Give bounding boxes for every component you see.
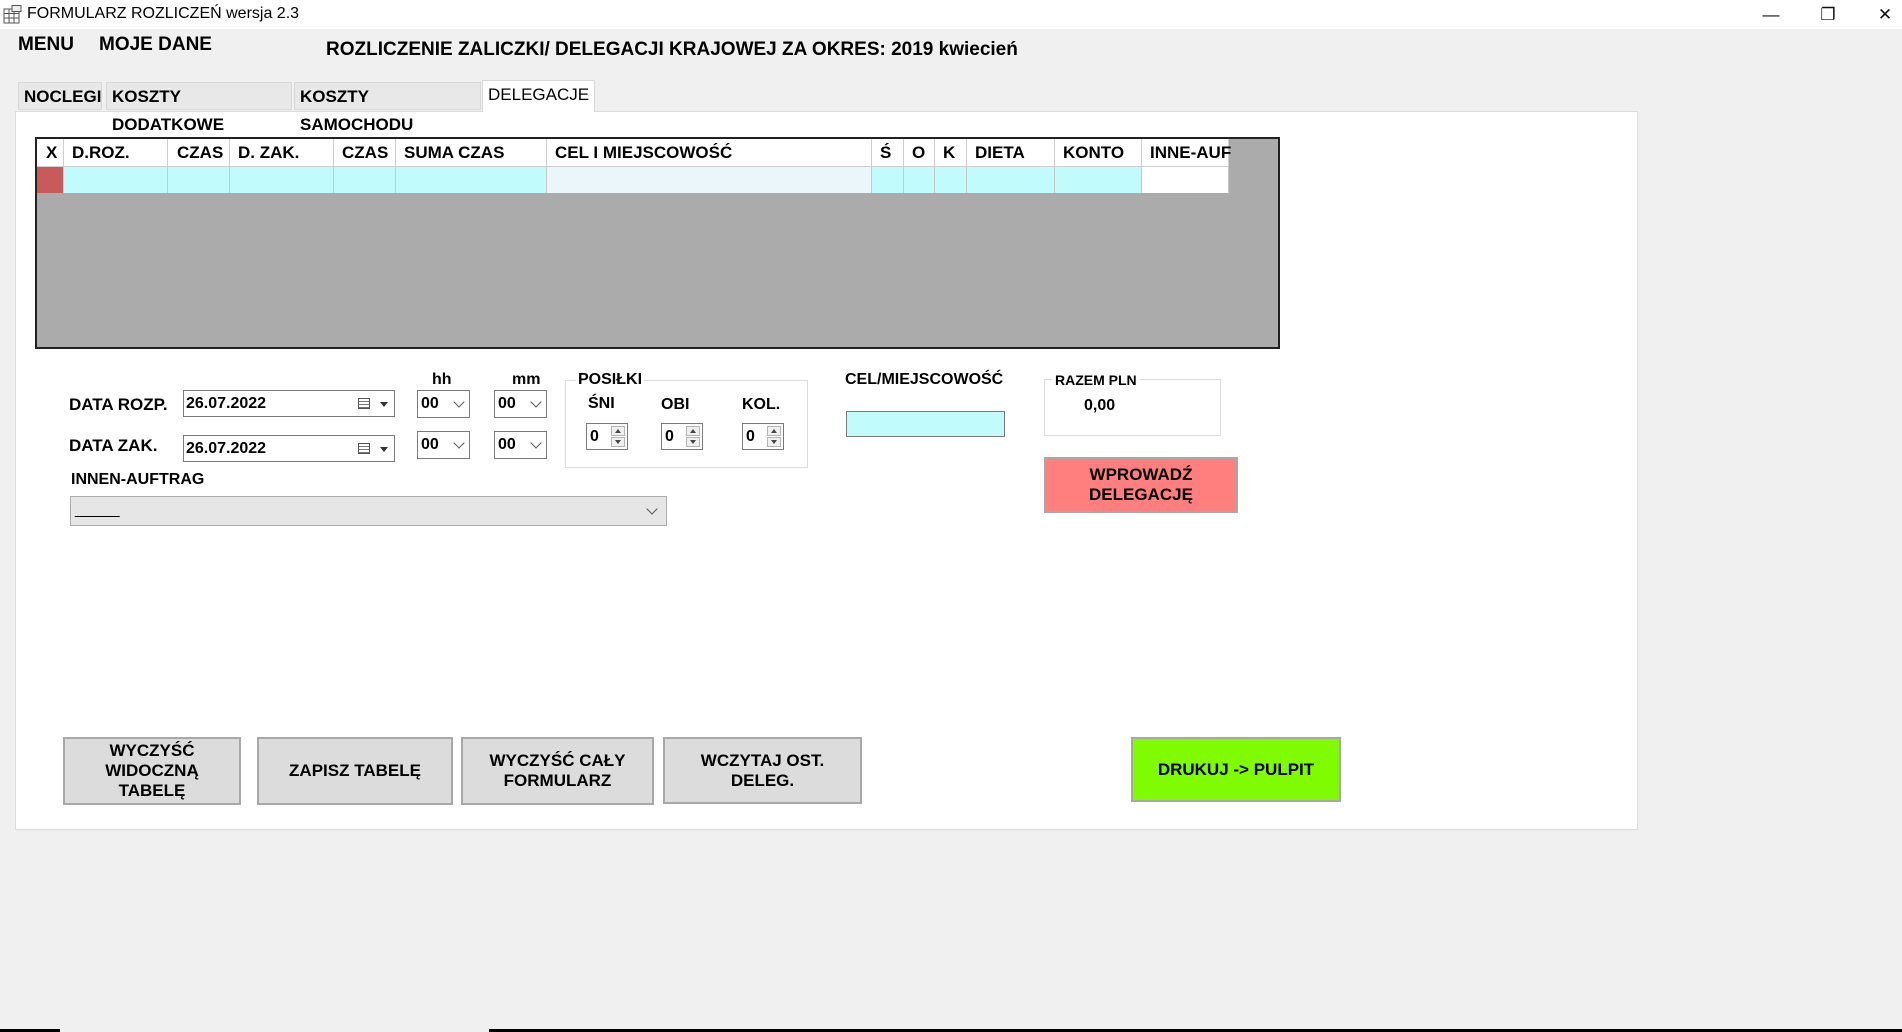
date-start-mm-value: 00	[498, 395, 516, 412]
date-end-mm-value: 00	[498, 436, 516, 453]
chevron-down-icon	[646, 503, 658, 515]
calendar-icon[interactable]	[358, 398, 370, 409]
breakfast-label: ŚNI	[588, 395, 615, 412]
spin-down-icon[interactable]	[611, 437, 625, 447]
tab-noclegi[interactable]: NOCLEGI	[18, 82, 102, 110]
spin-down-icon[interactable]	[767, 437, 781, 447]
date-start-hh-select[interactable]: 00	[417, 390, 470, 418]
cell-s[interactable]	[872, 167, 904, 193]
date-start-mm-select[interactable]: 00	[494, 390, 547, 418]
date-end-picker[interactable]: 26.07.2022	[183, 435, 395, 462]
dinner-value: 0	[746, 428, 755, 445]
hh-label: hh	[432, 371, 452, 388]
col-header-o[interactable]: O	[904, 139, 935, 167]
app-icon	[3, 5, 22, 24]
date-end-hh-select[interactable]: 00	[417, 431, 470, 459]
cell-inne-auf[interactable]	[1142, 167, 1229, 193]
total-label: RAZEM PLN	[1052, 372, 1140, 388]
cell-czas-1[interactable]	[168, 167, 230, 193]
print-to-desktop-button[interactable]: DRUKUJ -> PULPIT	[1131, 737, 1341, 802]
col-header-k[interactable]: K	[935, 139, 967, 167]
lunch-spinner[interactable]: 0	[661, 423, 703, 450]
date-start-value: 26.07.2022	[186, 395, 267, 412]
menu-moje-dane[interactable]: MOJE DANE	[99, 34, 212, 56]
delegation-grid[interactable]: X D.ROZ. CZAS D. ZAK. CZAS SUMA CZAS CEL…	[35, 137, 1280, 349]
dropdown-arrow-icon[interactable]	[380, 402, 388, 407]
save-table-button[interactable]: ZAPISZ TABELĘ	[257, 737, 453, 805]
col-header-d-zak[interactable]: D. ZAK.	[230, 139, 334, 167]
clear-visible-table-button[interactable]: WYCZYŚĆ WIDOCZNĄ TABELĘ	[63, 737, 241, 805]
col-header-d-roz[interactable]: D.ROZ.	[64, 139, 168, 167]
breakfast-value: 0	[590, 428, 599, 445]
row-marker[interactable]	[37, 167, 64, 193]
col-header-s[interactable]: Ś	[872, 139, 904, 167]
date-start-hh-value: 00	[421, 395, 439, 412]
date-end-hh-value: 00	[421, 436, 439, 453]
col-header-konto[interactable]: KONTO	[1055, 139, 1142, 167]
enter-delegation-button[interactable]: WPROWADŹ DELEGACJĘ	[1044, 457, 1238, 513]
date-end-mm-select[interactable]: 00	[494, 431, 547, 459]
cell-k[interactable]	[935, 167, 967, 193]
total-value: 0,00	[1084, 397, 1116, 414]
cell-d-roz[interactable]	[64, 167, 168, 193]
spin-up-icon[interactable]	[767, 426, 781, 436]
close-button[interactable]: ✕	[1857, 0, 1902, 29]
minimize-button[interactable]: —	[1743, 0, 1799, 29]
tab-koszty-dodatkowe[interactable]: KOSZTY DODATKOWE	[106, 82, 292, 134]
cell-suma-czas[interactable]	[396, 167, 547, 193]
innen-auftrag-value: _____	[75, 501, 120, 518]
spin-up-icon[interactable]	[686, 426, 700, 436]
window-title: FORMULARZ ROZLICZEŃ wersja 2.3	[27, 5, 300, 22]
col-header-czas-1[interactable]: CZAS	[168, 139, 230, 167]
col-header-cel[interactable]: CEL I MIEJSCOWOŚĆ	[547, 139, 872, 167]
chevron-down-icon	[530, 437, 542, 449]
dinner-label: KOL.	[742, 396, 781, 413]
spin-up-icon[interactable]	[611, 426, 625, 436]
meals-label: POSIŁKI	[576, 371, 645, 389]
tab-koszty-samochodu[interactable]: KOSZTY SAMOCHODU	[294, 82, 481, 134]
restore-button[interactable]: ❐	[1800, 0, 1856, 29]
load-last-delegation-button[interactable]: WCZYTAJ OST. DELEG.	[663, 737, 862, 804]
cell-d-zak[interactable]	[230, 167, 334, 193]
menu-menu[interactable]: MENU	[18, 34, 74, 56]
mm-label: mm	[512, 371, 541, 388]
clear-form-button[interactable]: WYCZYŚĆ CAŁY FORMULARZ	[461, 737, 654, 805]
destination-label: CEL/MIEJSCOWOŚĆ	[845, 371, 1004, 388]
cell-dieta[interactable]	[967, 167, 1055, 193]
calendar-icon[interactable]	[358, 443, 370, 454]
breakfast-spinner[interactable]: 0	[586, 423, 628, 450]
tab-delegacje[interactable]: DELEGACJE	[482, 80, 595, 112]
cell-konto[interactable]	[1055, 167, 1142, 193]
col-header-czas-2[interactable]: CZAS	[334, 139, 396, 167]
cell-o[interactable]	[904, 167, 935, 193]
col-header-x[interactable]: X	[37, 139, 64, 167]
date-end-label: DATA ZAK.	[69, 436, 158, 455]
date-start-picker[interactable]: 26.07.2022	[183, 390, 395, 417]
date-start-label: DATA ROZP.	[69, 395, 168, 414]
destination-input[interactable]	[846, 411, 1005, 437]
innen-auftrag-select[interactable]: _____	[70, 496, 667, 526]
cell-cel[interactable]	[547, 167, 872, 193]
col-header-dieta[interactable]: DIETA	[967, 139, 1055, 167]
dinner-spinner[interactable]: 0	[742, 423, 784, 450]
date-end-value: 26.07.2022	[186, 440, 267, 457]
chevron-down-icon	[530, 396, 542, 408]
col-header-suma-czas[interactable]: SUMA CZAS	[396, 139, 547, 167]
lunch-label: OBI	[661, 396, 690, 413]
dropdown-arrow-icon[interactable]	[380, 447, 388, 452]
title-bar: FORMULARZ ROZLICZEŃ wersja 2.3 — ❐ ✕	[0, 0, 1902, 29]
period-title: ROZLICZENIE ZALICZKI/ DELEGACJI KRAJOWEJ…	[326, 39, 1018, 60]
cell-czas-2[interactable]	[334, 167, 396, 193]
lunch-value: 0	[665, 428, 674, 445]
spin-down-icon[interactable]	[686, 437, 700, 447]
chevron-down-icon	[453, 396, 465, 408]
innen-auftrag-label: INNEN-AUFTRAG	[71, 471, 205, 488]
col-header-inne-auf[interactable]: INNE-AUF	[1142, 139, 1231, 167]
chevron-down-icon	[453, 437, 465, 449]
